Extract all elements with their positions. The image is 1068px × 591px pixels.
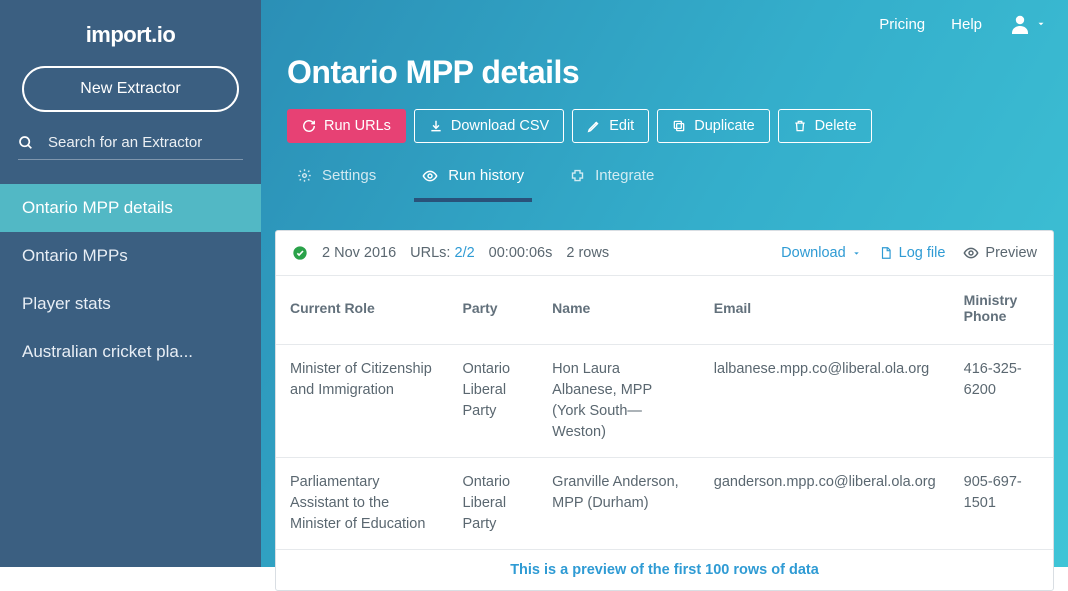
brand-logo: import.io: [0, 0, 261, 66]
extractor-list: Ontario MPP details Ontario MPPs Player …: [0, 184, 261, 376]
table-row: Minister of Citizenship and Immigration …: [276, 345, 1053, 458]
cell-party: Ontario Liberal Party: [449, 345, 539, 458]
puzzle-icon: [570, 168, 585, 183]
run-links: Download Log file Preview: [781, 245, 1037, 261]
run-meta-bar: 2 Nov 2016 URLs: 2/2 00:00:06s 2 rows Do…: [276, 231, 1053, 276]
new-extractor-button[interactable]: New Extractor: [22, 66, 239, 112]
page-header: Ontario MPP details Run URLs Download CS…: [261, 42, 1068, 202]
sidebar-item-australian-cricket[interactable]: Australian cricket pla...: [0, 328, 261, 376]
urls-label: URLs:: [410, 245, 450, 261]
topbar: Pricing Help: [261, 0, 1068, 42]
table-row: Parliamentary Assistant to the Minister …: [276, 458, 1053, 550]
sidebar: import.io New Extractor Ontario MPP deta…: [0, 0, 261, 567]
run-elapsed: 00:00:06s: [489, 245, 553, 261]
search-icon: [18, 135, 34, 151]
cell-email: lalbanese.mpp.co@liberal.ola.org: [700, 345, 950, 458]
sidebar-item-ontario-mpps[interactable]: Ontario MPPs: [0, 232, 261, 280]
run-rows: 2 rows: [566, 245, 609, 261]
log-file-link[interactable]: Log file: [879, 245, 946, 261]
refresh-icon: [302, 119, 316, 133]
download-dropdown[interactable]: Download: [781, 245, 861, 261]
sidebar-item-ontario-mpp-details[interactable]: Ontario MPP details: [0, 184, 261, 232]
chevron-down-icon: [1036, 19, 1046, 29]
help-link[interactable]: Help: [951, 16, 982, 33]
chevron-down-icon: [852, 249, 861, 258]
urls-value: 2/2: [455, 245, 475, 261]
urls-group: URLs: 2/2: [410, 245, 475, 261]
sidebar-search[interactable]: [18, 134, 243, 160]
cell-name: Granville Anderson, MPP (Durham): [538, 458, 700, 550]
eye-icon: [963, 245, 979, 261]
download-icon: [429, 119, 443, 133]
col-name: Name: [538, 276, 700, 345]
delete-label: Delete: [815, 118, 857, 134]
tab-settings-label: Settings: [322, 167, 376, 184]
page-title: Ontario MPP details: [287, 54, 1042, 91]
col-ministry-phone: Ministry Phone: [950, 276, 1053, 345]
edit-label: Edit: [609, 118, 634, 134]
cell-phone: 416-325-6200: [950, 345, 1053, 458]
content-panel: 2 Nov 2016 URLs: 2/2 00:00:06s 2 rows Do…: [275, 230, 1054, 591]
file-icon: [879, 246, 893, 260]
duplicate-icon: [672, 119, 686, 133]
table-header-row: Current Role Party Name Email Ministry P…: [276, 276, 1053, 345]
preview-link[interactable]: Preview: [963, 245, 1037, 261]
user-menu[interactable]: [1008, 12, 1046, 36]
preview-message: This is a preview of the first 100 rows …: [276, 550, 1053, 590]
col-party: Party: [449, 276, 539, 345]
eye-icon: [422, 168, 438, 184]
download-label: Download: [781, 245, 846, 261]
tab-integrate-label: Integrate: [595, 167, 654, 184]
tab-integrate[interactable]: Integrate: [562, 157, 662, 202]
delete-button[interactable]: Delete: [778, 109, 872, 143]
cell-email: ganderson.mpp.co@liberal.ola.org: [700, 458, 950, 550]
trash-icon: [793, 119, 807, 133]
sidebar-item-player-stats[interactable]: Player stats: [0, 280, 261, 328]
tabs: Settings Run history Integrate: [287, 157, 1042, 202]
run-urls-label: Run URLs: [324, 118, 391, 134]
download-csv-button[interactable]: Download CSV: [414, 109, 564, 143]
col-current-role: Current Role: [276, 276, 449, 345]
cell-role: Parliamentary Assistant to the Minister …: [276, 458, 449, 550]
duplicate-button[interactable]: Duplicate: [657, 109, 769, 143]
run-urls-button[interactable]: Run URLs: [287, 109, 406, 143]
log-file-label: Log file: [899, 245, 946, 261]
user-icon: [1008, 12, 1032, 36]
cell-role: Minister of Citizenship and Immigration: [276, 345, 449, 458]
tab-run-history-label: Run history: [448, 167, 524, 184]
pencil-icon: [587, 119, 601, 133]
gear-icon: [297, 168, 312, 183]
download-csv-label: Download CSV: [451, 118, 549, 134]
cell-party: Ontario Liberal Party: [449, 458, 539, 550]
col-email: Email: [700, 276, 950, 345]
action-row: Run URLs Download CSV Edit Duplicate: [287, 109, 1042, 143]
run-date: 2 Nov 2016: [322, 245, 396, 261]
edit-button[interactable]: Edit: [572, 109, 649, 143]
pricing-link[interactable]: Pricing: [879, 16, 925, 33]
preview-label: Preview: [985, 245, 1037, 261]
cell-phone: 905-697-1501: [950, 458, 1053, 550]
tab-settings[interactable]: Settings: [289, 157, 384, 202]
data-table: Current Role Party Name Email Ministry P…: [276, 276, 1053, 550]
search-input[interactable]: [48, 134, 247, 151]
main-area: Pricing Help Ontario MPP details Run URL…: [261, 0, 1068, 567]
tab-run-history[interactable]: Run history: [414, 157, 532, 202]
cell-name: Hon Laura Albanese, MPP (York South—West…: [538, 345, 700, 458]
duplicate-label: Duplicate: [694, 118, 754, 134]
check-icon: [292, 245, 308, 261]
